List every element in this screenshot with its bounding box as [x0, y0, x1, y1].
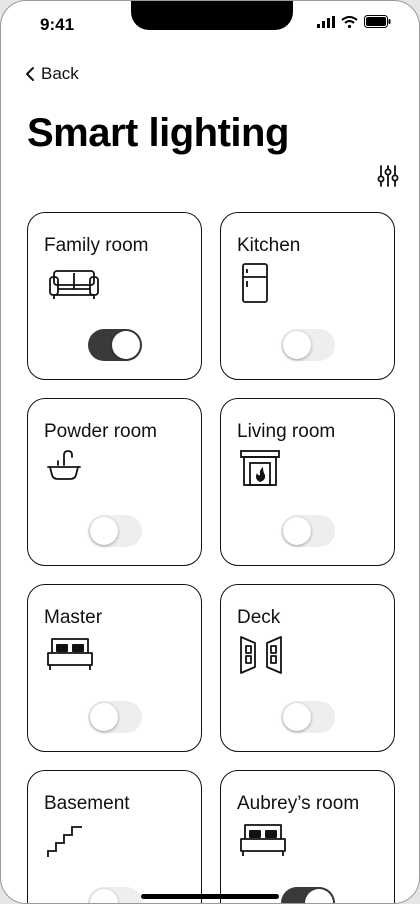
status-time: 9:41 [40, 15, 75, 34]
sliders-icon[interactable] [377, 164, 399, 188]
toggle-knob [90, 517, 118, 545]
toggle-knob [283, 703, 311, 731]
light-toggle[interactable] [88, 515, 142, 547]
back-button[interactable]: Back [25, 64, 79, 84]
sofa-icon [49, 270, 99, 299]
signal-icon [317, 15, 335, 28]
room-label: Aubrey’s room [237, 793, 360, 814]
page-title: Smart lighting [27, 111, 289, 155]
room-card-master[interactable]: Master [27, 584, 202, 752]
battery-icon [364, 15, 391, 28]
room-label: Master [44, 607, 103, 628]
light-toggle[interactable] [88, 701, 142, 733]
room-label: Basement [44, 793, 130, 814]
toggle-knob [283, 331, 311, 359]
toggle-knob [90, 889, 118, 903]
toggle-knob [305, 889, 333, 903]
toggle-knob [112, 331, 140, 359]
stairs-icon [47, 826, 82, 857]
room-grid: Family room Kitchen Powder room Living r… [27, 212, 395, 903]
notch [131, 1, 293, 30]
room-label: Living room [237, 421, 336, 442]
sink-icon [47, 450, 81, 480]
room-label: Family room [44, 235, 149, 256]
room-label: Deck [237, 607, 281, 628]
room-label: Powder room [44, 421, 157, 442]
bed-icon [240, 824, 286, 856]
status-icons [317, 15, 391, 28]
light-toggle[interactable] [281, 887, 335, 903]
room-card-basement[interactable]: Basement [27, 770, 202, 903]
bed-icon [47, 638, 93, 670]
room-label: Kitchen [237, 235, 301, 256]
light-toggle[interactable] [281, 515, 335, 547]
room-card-aubreys-room[interactable]: Aubrey’s room [220, 770, 395, 903]
chevron-left-icon [26, 67, 34, 81]
light-toggle[interactable] [281, 329, 335, 361]
light-toggle[interactable] [88, 887, 142, 903]
room-card-deck[interactable]: Deck [220, 584, 395, 752]
room-card-family-room[interactable]: Family room [27, 212, 202, 380]
light-toggle[interactable] [88, 329, 142, 361]
light-toggle[interactable] [281, 701, 335, 733]
room-card-living-room[interactable]: Living room [220, 398, 395, 566]
room-card-powder-room[interactable]: Powder room [27, 398, 202, 566]
room-card-kitchen[interactable]: Kitchen [220, 212, 395, 380]
wifi-icon [341, 15, 358, 28]
toggle-knob [283, 517, 311, 545]
back-label: Back [41, 64, 79, 83]
fireplace-icon [240, 450, 280, 486]
home-indicator [141, 894, 279, 899]
phone-frame: 9:41 Back Smart lighting Family room Kit… [0, 0, 420, 904]
doors-icon [240, 636, 282, 674]
toggle-knob [90, 703, 118, 731]
fridge-icon [242, 263, 268, 303]
